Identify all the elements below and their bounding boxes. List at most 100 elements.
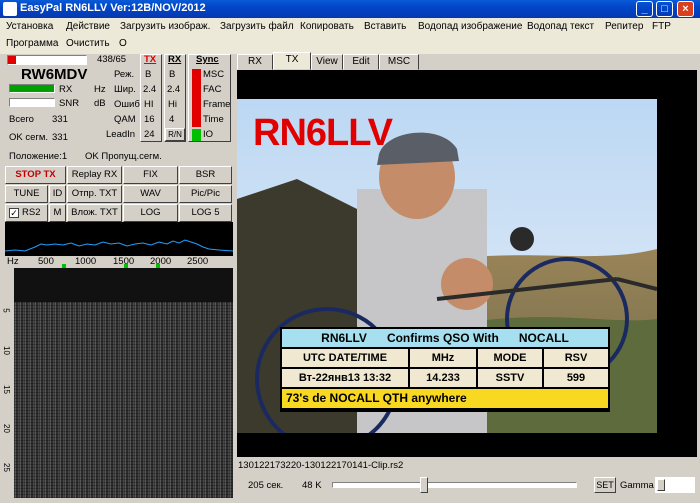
gamma-thumb[interactable] xyxy=(657,479,665,491)
qso-card: RN6LLV Confirms QSO With NOCALL UTC DATE… xyxy=(280,327,610,412)
attach-txt-button[interactable]: Влож. TXT xyxy=(67,204,122,222)
tx-header: TX xyxy=(144,54,157,65)
error-label: Ошиб xyxy=(114,99,140,110)
minimize-button[interactable]: _ xyxy=(636,1,653,17)
seconds-label: 205 сек. xyxy=(248,480,284,491)
tab-tx[interactable]: TX xyxy=(273,52,311,70)
menu-waterfall-image[interactable]: Водопад изображение xyxy=(418,21,522,32)
progress-text: 438/65 xyxy=(97,54,127,65)
menu-load-file[interactable]: Загрузить файл xyxy=(220,21,294,32)
qso-footer: 73's de NOCALL QTH anywhere xyxy=(282,389,608,408)
pic-pic-button[interactable]: Pic/Pic xyxy=(179,185,232,203)
sync-fac-label: FAC xyxy=(203,84,222,95)
menu-ftp[interactable]: FTP xyxy=(652,21,671,32)
tx-column: TX B 2.4 HI 16 24 xyxy=(140,54,162,142)
tab-rx[interactable]: RX xyxy=(237,54,273,70)
tick-2500: 2500 xyxy=(187,256,209,267)
rs2-label: RS2 xyxy=(22,207,41,218)
set-button[interactable]: SET xyxy=(594,477,616,493)
bandwidth-label: Шир. xyxy=(114,84,136,95)
ok-segments-label: OK сегм. xyxy=(9,132,49,143)
tab-edit[interactable]: Edit xyxy=(343,54,379,70)
window-title: EasyPal RN6LLV Ver:12B/NOV/2012 xyxy=(20,2,206,14)
log5-button[interactable]: LOG 5 xyxy=(179,204,232,222)
m-button[interactable]: M xyxy=(49,204,66,222)
menu-bar: Установка Действие Загрузить изображ. За… xyxy=(0,18,700,54)
spectrum-display xyxy=(5,222,233,256)
size-label: 48 K xyxy=(302,480,322,491)
tx-qam-value: 16 xyxy=(144,114,155,125)
file-name: 130122173220-130122170141-Clip.rs2 xyxy=(238,460,404,471)
db-label: dB xyxy=(94,98,106,109)
scale-20: 20 xyxy=(1,424,11,433)
qso-val-mode: SSTV xyxy=(478,369,542,387)
title-bar: EasyPal RN6LLV Ver:12B/NOV/2012 _ □ × xyxy=(0,0,700,18)
log-button[interactable]: LOG xyxy=(123,204,178,222)
menu-clear[interactable]: Очистить xyxy=(66,38,110,49)
scale-5: 5 xyxy=(1,308,11,313)
leadin-label: LeadIn xyxy=(106,129,136,140)
tune-button[interactable]: TUNE xyxy=(5,185,48,203)
tick-1000: 1000 xyxy=(75,256,97,267)
qso-col-mode: MODE xyxy=(478,349,542,367)
qam-label: QAM xyxy=(114,114,136,125)
ok-segments-value: 331 xyxy=(52,132,68,143)
snr-bar xyxy=(9,98,55,107)
qso-header: RN6LLV Confirms QSO With NOCALL xyxy=(282,329,608,347)
slider-track[interactable] xyxy=(332,482,577,488)
callsign-overlay: RN6LLV xyxy=(253,112,393,154)
ok-missed-label: OK Пропущ.сегм. xyxy=(85,151,162,162)
tx-error-value: HI xyxy=(144,99,154,110)
tx-bandwidth-value: 2.4 xyxy=(143,84,157,95)
status-panel: 438/65 RW6MDV RX SNR Hz dB Реж. Шир. Оши… xyxy=(5,54,233,164)
hz-label: Hz xyxy=(94,84,106,95)
fix-button[interactable]: FIX xyxy=(123,166,178,184)
rx-level-bar xyxy=(9,84,55,93)
tick-2000: 2000 xyxy=(150,256,172,267)
total-value: 331 xyxy=(52,114,68,125)
sync-time-label: Time xyxy=(203,114,224,125)
rx-column: RX B 2.4 Hi 4 R/N xyxy=(164,54,186,142)
maximize-button[interactable]: □ xyxy=(656,1,673,17)
rs2-checkbox[interactable]: ✓ xyxy=(9,208,19,218)
rs2-button[interactable]: ✓ RS2 xyxy=(5,204,48,222)
progress-fill xyxy=(8,56,16,64)
wav-button[interactable]: WAV xyxy=(123,185,178,203)
tick-500: 500 xyxy=(38,256,54,267)
send-txt-button[interactable]: Отпр. TXT xyxy=(67,185,122,203)
tab-msc[interactable]: MSC xyxy=(379,54,419,70)
progress-bar xyxy=(7,55,87,65)
tx-image-panel[interactable]: RN6LLV RN6LLV Confirms QSO With NOCALL U… xyxy=(237,70,697,457)
sync-frame-label: Frame xyxy=(203,99,231,110)
menu-program[interactable]: Программа xyxy=(6,38,58,49)
callsign-label: RW6MDV xyxy=(21,66,88,83)
menu-load-image[interactable]: Загрузить изображ. xyxy=(120,21,210,32)
close-button[interactable]: × xyxy=(677,1,694,17)
snr-label: SNR xyxy=(59,98,80,109)
replay-rx-button[interactable]: Replay RX xyxy=(67,166,122,184)
slider-thumb[interactable] xyxy=(420,477,428,493)
tab-view[interactable]: View xyxy=(311,54,343,70)
id-button[interactable]: ID xyxy=(49,185,66,203)
spectrum-trace xyxy=(5,239,233,252)
menu-waterfall-text[interactable]: Водопад текст xyxy=(527,21,594,32)
bottom-bar: 205 сек. 48 K SET Gamma xyxy=(237,474,697,498)
waterfall-scale: 5 10 15 20 25 xyxy=(1,268,14,498)
stop-tx-button[interactable]: STOP TX xyxy=(5,166,66,184)
menu-copy[interactable]: Копировать xyxy=(300,21,354,32)
menu-action[interactable]: Действие xyxy=(66,21,110,32)
qso-val-mhz: 14.233 xyxy=(410,369,476,387)
qso-col-rsv: RSV xyxy=(544,349,608,367)
rn-button[interactable]: R/N xyxy=(165,128,185,141)
menu-setup[interactable]: Установка xyxy=(6,21,53,32)
tx-mode-value: B xyxy=(145,69,152,80)
menu-repeater[interactable]: Репитер xyxy=(605,21,643,32)
position-label: Положение:1 xyxy=(9,151,68,162)
gamma-slider[interactable] xyxy=(655,477,695,493)
menu-paste[interactable]: Вставить xyxy=(364,21,406,32)
bsr-button[interactable]: BSR xyxy=(179,166,232,184)
waterfall-display[interactable] xyxy=(14,268,233,498)
menu-o[interactable]: O xyxy=(119,38,127,49)
scale-25: 25 xyxy=(1,463,11,472)
rx-bandwidth-value: 2.4 xyxy=(167,84,181,95)
